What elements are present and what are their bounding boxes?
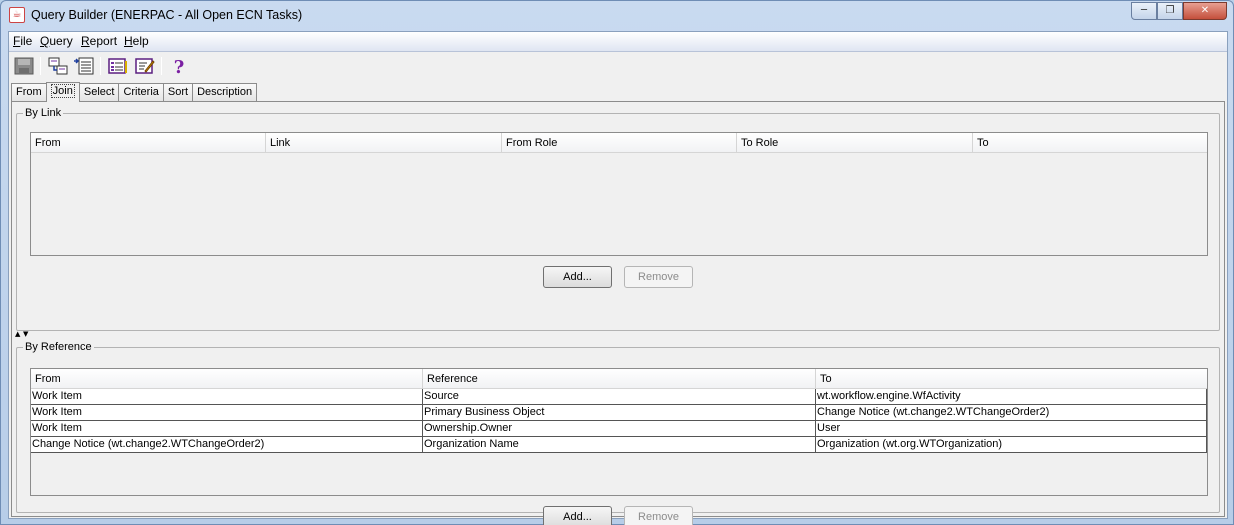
maximize-button[interactable]: ❐ (1157, 2, 1183, 20)
table-cell: Organization Name (423, 437, 816, 452)
column-header[interactable]: Link (266, 133, 502, 153)
tab-select[interactable]: Select (78, 83, 120, 101)
edit-button[interactable] (133, 55, 157, 77)
table-cell: Ownership.Owner (423, 421, 816, 436)
by-reference-group: By Reference From Reference To Work Item… (16, 341, 1220, 525)
column-header[interactable]: From Role (502, 133, 737, 153)
tab-label: From (16, 86, 42, 98)
close-button[interactable]: ✕ (1183, 2, 1227, 20)
by-reference-table[interactable]: From Reference To Work Item Source wt.wo… (30, 368, 1208, 496)
table-cell: Source (423, 389, 816, 404)
window-client: File Query Report Help ? From Join Selec… (8, 31, 1228, 525)
minimize-button[interactable]: ─ (1131, 2, 1157, 20)
java-icon: ☕ (9, 7, 25, 23)
by-reference-add-button[interactable]: Add... (543, 506, 612, 525)
column-header[interactable]: From (31, 133, 266, 153)
by-reference-remove-button[interactable]: Remove (624, 506, 693, 525)
toolbar-separator (161, 57, 162, 75)
list-icon (108, 57, 128, 75)
column-header[interactable]: To Role (737, 133, 973, 153)
save-icon (14, 57, 34, 75)
table-cell: Change Notice (wt.change2.WTChangeOrder2… (816, 405, 1207, 420)
menu-bar: File Query Report Help (9, 32, 1227, 52)
split-divider[interactable]: ▲ ▼ (12, 330, 1226, 338)
by-reference-title: By Reference (23, 341, 94, 353)
title-bar[interactable]: ☕ Query Builder (ENERPAC - All Open ECN … (1, 1, 1233, 31)
toolbar-separator (100, 57, 101, 75)
tab-strip: From Join Select Criteria Sort Descripti… (11, 82, 258, 102)
window-title: Query Builder (ENERPAC - All Open ECN Ta… (31, 8, 303, 22)
join-tab-panel: By Link From Link From Role To Role To A… (11, 101, 1226, 525)
table-row[interactable]: Change Notice (wt.change2.WTChangeOrder2… (31, 437, 1207, 453)
tab-label: Criteria (123, 86, 159, 98)
help-button[interactable]: ? (167, 55, 191, 78)
tab-label: Join (50, 84, 75, 98)
tab-label: Description (197, 86, 253, 98)
table-header: From Reference To (31, 369, 1207, 389)
select-icon (74, 57, 94, 75)
select-button[interactable] (72, 55, 96, 77)
table-cell: Work Item (31, 389, 423, 404)
app-window: ☕ Query Builder (ENERPAC - All Open ECN … (0, 0, 1234, 525)
table-cell: Primary Business Object (423, 405, 816, 420)
table-row[interactable]: Work Item Source wt.workflow.engine.WfAc… (31, 389, 1207, 405)
split-down-arrow-icon[interactable]: ▼ (23, 330, 28, 338)
by-link-title: By Link (23, 107, 64, 119)
table-header: From Link From Role To Role To (31, 133, 1207, 153)
table-cell: Organization (wt.org.WTOrganization) (816, 437, 1207, 452)
column-header[interactable]: From (31, 369, 423, 389)
column-header[interactable]: To (816, 369, 1207, 389)
menu-query[interactable]: Query (40, 34, 73, 48)
join-button[interactable] (46, 55, 70, 77)
table-cell: wt.workflow.engine.WfActivity (816, 389, 1207, 404)
column-header[interactable]: To (973, 133, 1207, 153)
by-link-group: By Link From Link From Role To Role To A… (16, 107, 1220, 331)
save-button[interactable] (12, 55, 36, 77)
edit-icon (135, 57, 155, 75)
toolbar: ? (9, 53, 1227, 81)
table-cell: Work Item (31, 405, 423, 420)
tab-label: Select (83, 86, 115, 98)
by-link-remove-button[interactable]: Remove (624, 266, 693, 288)
menu-help[interactable]: Help (124, 34, 149, 48)
tab-from[interactable]: From (11, 83, 47, 101)
tab-join[interactable]: Join (45, 82, 80, 102)
column-header[interactable]: Reference (423, 369, 816, 389)
tab-description[interactable]: Description (192, 83, 258, 101)
svg-text:?: ? (174, 57, 185, 75)
table-cell: Work Item (31, 421, 423, 436)
table-cell: Change Notice (wt.change2.WTChangeOrder2… (31, 437, 423, 452)
split-up-arrow-icon[interactable]: ▲ (15, 330, 20, 338)
toolbar-separator (40, 57, 41, 75)
tab-label: Sort (167, 86, 189, 98)
table-cell: User (816, 421, 1207, 436)
join-icon (48, 57, 68, 75)
table-row[interactable]: Work Item Primary Business Object Change… (31, 405, 1207, 421)
tab-sort[interactable]: Sort (162, 83, 194, 101)
table-row[interactable]: Work Item Ownership.Owner User (31, 421, 1207, 437)
menu-report[interactable]: Report (81, 34, 117, 48)
list-button[interactable] (106, 55, 130, 77)
by-link-add-button[interactable]: Add... (543, 266, 612, 288)
menu-file[interactable]: File (13, 34, 32, 48)
help-icon: ? (169, 57, 189, 78)
tab-criteria[interactable]: Criteria (118, 83, 164, 101)
by-link-table[interactable]: From Link From Role To Role To (30, 132, 1208, 256)
